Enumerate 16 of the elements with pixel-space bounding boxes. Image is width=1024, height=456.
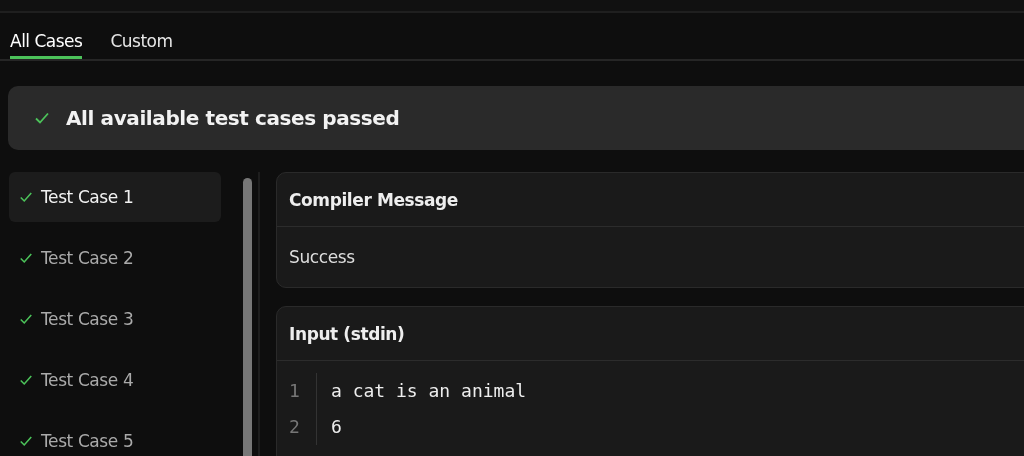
test-case-item[interactable]: Test Case 1 <box>9 172 221 222</box>
test-case-item[interactable]: Test Case 3 <box>9 294 221 344</box>
status-message: All available test cases passed <box>66 106 400 130</box>
tab[interactable]: All Cases <box>10 13 83 59</box>
code-line: 6 <box>331 415 343 439</box>
compiler-output: Success <box>288 246 356 269</box>
test-case-item[interactable]: Test Case 5 <box>9 416 221 456</box>
panel-title: Input (stdin) <box>277 307 1024 361</box>
line-number: 2 <box>289 415 301 439</box>
tab[interactable]: Custom <box>110 13 173 59</box>
line-number: 1 <box>289 379 301 403</box>
test-case-item[interactable]: Test Case 2 <box>9 233 221 283</box>
panel-title: Compiler Message <box>277 173 1024 227</box>
code-line: a cat is an animal <box>331 379 527 403</box>
test-case-item[interactable]: Test Case 4 <box>9 355 221 405</box>
scrollbar-thumb[interactable] <box>243 178 252 456</box>
